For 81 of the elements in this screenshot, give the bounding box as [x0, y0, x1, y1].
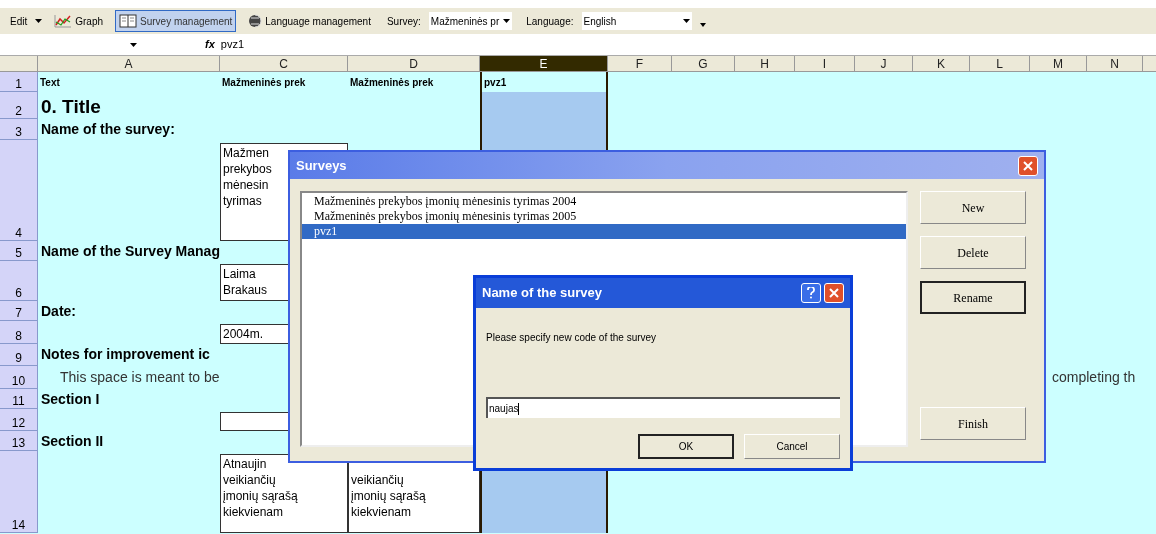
- toolbar-button[interactable]: Survey management: [115, 10, 237, 32]
- cell-text: Date:: [40, 302, 76, 319]
- row-header[interactable]: 1: [0, 72, 38, 92]
- row-header[interactable]: 8: [0, 321, 38, 344]
- row-header[interactable]: 14: [0, 451, 38, 533]
- close-icon: [829, 288, 839, 298]
- toolbar-overflow-icon[interactable]: [699, 23, 706, 27]
- list-item[interactable]: pvz1: [302, 224, 906, 239]
- dialog-button[interactable]: Cancel: [744, 434, 840, 459]
- survey-dropdown[interactable]: Mažmeninės pr: [428, 12, 513, 30]
- row-header[interactable]: 10: [0, 366, 38, 389]
- cell-text: Section II: [40, 432, 104, 449]
- close-button[interactable]: [1018, 155, 1038, 176]
- dialog-title: Surveys: [296, 156, 347, 175]
- column-header[interactable]: E: [480, 56, 608, 71]
- cell-text: veikiančių įmonių sąrašą kiekvienam: [350, 472, 426, 520]
- column-header[interactable]: M: [1030, 56, 1087, 71]
- column-header[interactable]: A: [38, 56, 220, 71]
- language-label: Language:: [526, 14, 574, 29]
- dialog-button[interactable]: New: [920, 191, 1026, 224]
- row-header[interactable]: 2: [0, 92, 38, 119]
- cell-text: This space is meant to be: [59, 368, 220, 385]
- cell-text: pvz1: [483, 76, 507, 89]
- edit-menu[interactable]: Edit: [10, 13, 28, 29]
- cell-text: Section I: [40, 390, 100, 407]
- row-header[interactable]: 13: [0, 431, 38, 451]
- dialog-button[interactable]: Delete: [920, 236, 1026, 269]
- selected-cell[interactable]: [480, 92, 608, 119]
- cell-text: Text: [39, 76, 60, 89]
- cell-text: Mažmen prekybos mėnesin tyrimas: [222, 145, 272, 209]
- survey-code-field[interactable]: naujas: [486, 397, 840, 418]
- row-header[interactable]: 4: [0, 140, 38, 241]
- cell-text: Name of the Survey Manag: [40, 242, 220, 259]
- row-header[interactable]: 9: [0, 344, 38, 366]
- column-header[interactable]: G: [672, 56, 735, 71]
- open-book-icon: [119, 14, 138, 28]
- column-header[interactable]: N: [1087, 56, 1143, 71]
- bordered-cell[interactable]: Atnaujin veikiančių įmonių sąrašą kiekvienam: [220, 454, 348, 533]
- dropdown-arrow-icon[interactable]: [682, 19, 690, 23]
- cell-text: Mažmeninės prek: [221, 76, 306, 89]
- dropdown-arrow-icon[interactable]: [503, 19, 511, 23]
- cell-text: Atnaujin veikiančių įmonių sąrašą kiekvienam: [222, 456, 298, 520]
- language-dropdown[interactable]: English: [581, 12, 692, 30]
- column-header[interactable]: I: [795, 56, 855, 71]
- line-chart-icon: [54, 14, 73, 28]
- cell-text: completing th: [1051, 368, 1136, 385]
- close-button[interactable]: [824, 283, 844, 303]
- cell-text: Mažmeninės prek: [349, 76, 434, 89]
- row-header[interactable]: 3: [0, 119, 38, 140]
- dropdown-arrow-icon[interactable]: [130, 42, 137, 47]
- dropdown-arrow-icon[interactable]: [35, 19, 43, 23]
- column-header[interactable]: L: [970, 56, 1030, 71]
- cell-text: 0. Title: [40, 95, 101, 118]
- dialog-title: Name of the survey: [482, 284, 602, 303]
- column-header[interactable]: F: [608, 56, 672, 71]
- column-header[interactable]: J: [855, 56, 913, 71]
- dialog-button[interactable]: Rename: [920, 281, 1026, 314]
- dialog-button[interactable]: OK: [638, 434, 734, 459]
- cell-text: Notes for improvement ic: [40, 345, 210, 362]
- row-header[interactable]: 11: [0, 389, 38, 409]
- close-icon: [1023, 160, 1033, 171]
- column-header[interactable]: C: [220, 56, 348, 71]
- cell-text: Laima Brakaus: [222, 266, 268, 298]
- toolbar-button[interactable]: Language management: [244, 10, 375, 32]
- column-header[interactable]: K: [913, 56, 970, 71]
- function-label[interactable]: fx: [205, 36, 215, 53]
- row-header[interactable]: 12: [0, 409, 38, 431]
- globe-icon: [248, 14, 263, 28]
- help-icon: [807, 287, 815, 299]
- dialog-button[interactable]: Finish: [920, 407, 1026, 440]
- cell-text: Name of the survey:: [40, 120, 175, 137]
- help-button[interactable]: [801, 283, 821, 303]
- toolbar-button[interactable]: Graph: [50, 10, 108, 32]
- cell-text: 2004m.: [222, 326, 264, 342]
- row-header[interactable]: 5: [0, 241, 38, 261]
- row-header[interactable]: 6: [0, 261, 38, 301]
- row-header[interactable]: 7: [0, 301, 38, 321]
- prompt-text: Please specify new code of the survey: [486, 331, 658, 345]
- column-header[interactable]: H: [735, 56, 795, 71]
- survey-label: Survey:: [386, 14, 421, 29]
- formula-value[interactable]: pvz1: [220, 36, 245, 53]
